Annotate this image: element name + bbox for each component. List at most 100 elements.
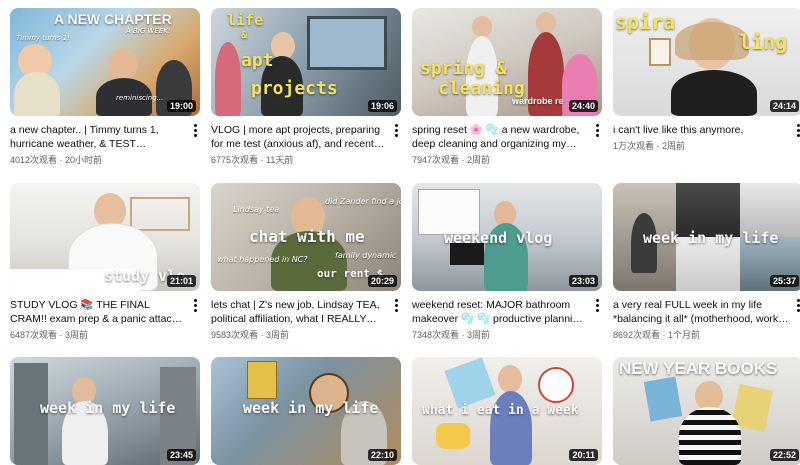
meta-separator: · — [459, 155, 468, 165]
video-title[interactable]: a very real FULL week in my life *balanc… — [613, 298, 789, 326]
video-title[interactable]: lets chat | Z's new job, Lindsay TEA, po… — [211, 298, 387, 326]
video-thumbnail[interactable]: A NEW CHAPTER A BIG WEEK! Timmy turns 1!… — [10, 8, 200, 116]
duration-badge: 24:40 — [568, 100, 598, 112]
video-card-12[interactable]: NEW YEAR BOOKS 22:52 — [613, 357, 800, 465]
thumbnail-overlay-text: spira — [615, 10, 676, 34]
video-thumbnail[interactable]: spira ling 24:14 — [613, 8, 800, 116]
video-meta: spring reset 🌸 🫧 a new wardrobe, deep cl… — [412, 116, 602, 166]
thumbnail-overlay-text: week in my life — [243, 399, 379, 417]
view-count: 1万次观看 — [613, 141, 655, 151]
video-stats: 7947次观看 · 2周前 — [412, 154, 588, 166]
thumbnail-overlay-text: projects — [251, 78, 338, 99]
video-meta: lets chat | Z's new job, Lindsay TEA, po… — [211, 291, 401, 341]
video-title[interactable]: a new chapter.. | Timmy turns 1, hurrica… — [10, 123, 186, 151]
meta-separator: · — [459, 330, 468, 340]
view-count: 7947次观看 — [412, 155, 460, 165]
video-title[interactable]: spring reset 🌸 🫧 a new wardrobe, deep cl… — [412, 123, 588, 151]
video-thumbnail[interactable]: NEW YEAR BOOKS 22:52 — [613, 357, 800, 465]
video-title[interactable]: STUDY VLOG 📚 THE FINAL CRAM!! exam prep … — [10, 298, 186, 326]
view-count: 9583次观看 — [211, 330, 259, 340]
thumbnail-overlay-text: week in my life — [40, 399, 176, 417]
duration-badge: 19:00 — [166, 100, 196, 112]
thumbnail-overlay-text: A NEW CHAPTER — [54, 11, 172, 27]
video-thumbnail[interactable]: week in my life 22:10 — [211, 357, 401, 465]
meta-separator: · — [57, 155, 66, 165]
more-options-icon[interactable] — [793, 121, 800, 139]
more-options-icon[interactable] — [190, 121, 200, 139]
thumbnail-overlay-text: & — [241, 30, 248, 41]
thumbnail-overlay-subtext: wardrobe re — [512, 96, 564, 106]
video-card-11[interactable]: what i eat in a week 20:11 — [412, 357, 602, 465]
video-card-7[interactable]: weekend vlog 23:03 weekend reset: MAJOR … — [412, 183, 602, 341]
duration-badge: 20:29 — [367, 275, 397, 287]
upload-age: 1个月前 — [668, 330, 701, 340]
video-stats: 9583次观看 · 3周前 — [211, 329, 387, 341]
video-thumbnail[interactable]: what i eat in a week 20:11 — [412, 357, 602, 465]
upload-age: 3周前 — [467, 330, 491, 340]
video-thumbnail[interactable]: week in my life 25:37 — [613, 183, 800, 291]
video-card-1[interactable]: A NEW CHAPTER A BIG WEEK! Timmy turns 1!… — [10, 8, 200, 166]
video-card-4[interactable]: spira ling 24:14 i can't live like this … — [613, 8, 800, 152]
video-grid: A NEW CHAPTER A BIG WEEK! Timmy turns 1!… — [0, 0, 800, 465]
meta-separator: · — [258, 155, 267, 165]
video-thumbnail[interactable]: study vlo 21:01 — [10, 183, 200, 291]
thumbnail-overlay-subtext: what happened in NC? — [217, 255, 308, 264]
video-thumbnail[interactable]: spring & cleaning wardrobe re 24:40 — [412, 8, 602, 116]
video-title[interactable]: i can't live like this anymore. — [613, 123, 789, 137]
video-thumbnail[interactable]: chat with me Lindsay tea did Zander find… — [211, 183, 401, 291]
duration-badge: 24:14 — [769, 100, 799, 112]
video-title[interactable]: VLOG | more apt projects, preparing for … — [211, 123, 387, 151]
more-options-icon[interactable] — [592, 121, 602, 139]
video-card-5[interactable]: study vlo 21:01 STUDY VLOG 📚 THE FINAL C… — [10, 183, 200, 341]
duration-badge: 21:01 — [166, 275, 196, 287]
video-thumbnail[interactable]: weekend vlog 23:03 — [412, 183, 602, 291]
upload-age: 3周前 — [65, 330, 89, 340]
video-card-8[interactable]: week in my life 25:37 a very real FULL w… — [613, 183, 800, 341]
thumbnail-overlay-text: life — [227, 11, 264, 29]
thumbnail-overlay-text: apt — [241, 50, 274, 71]
thumbnail-overlay-subtext: A BIG WEEK! — [126, 27, 171, 35]
video-card-10[interactable]: week in my life 22:10 — [211, 357, 401, 465]
video-card-2[interactable]: life & apt projects 19:06 VLOG | more ap… — [211, 8, 401, 166]
duration-badge: 22:52 — [769, 449, 799, 461]
thumbnail-overlay-text: weekend vlog — [444, 229, 553, 247]
more-options-icon[interactable] — [391, 296, 401, 314]
duration-badge: 23:45 — [166, 449, 196, 461]
video-meta: VLOG | more apt projects, preparing for … — [211, 116, 401, 166]
view-count: 6487次观看 — [10, 330, 58, 340]
meta-separator: · — [660, 330, 669, 340]
video-meta: a very real FULL week in my life *balanc… — [613, 291, 800, 341]
video-thumbnail[interactable]: week in my life 23:45 — [10, 357, 200, 465]
duration-badge: 22:10 — [367, 449, 397, 461]
video-stats: 6487次观看 · 3周前 — [10, 329, 186, 341]
video-thumbnail[interactable]: life & apt projects 19:06 — [211, 8, 401, 116]
video-card-3[interactable]: spring & cleaning wardrobe re 24:40 spri… — [412, 8, 602, 166]
video-stats: 4012次观看 · 20小时前 — [10, 154, 186, 166]
duration-badge: 19:06 — [367, 100, 397, 112]
video-meta: i can't live like this anymore. 1万次观看 · … — [613, 116, 800, 152]
upload-age: 3周前 — [266, 330, 290, 340]
meta-separator: · — [654, 141, 663, 151]
duration-badge: 25:37 — [769, 275, 799, 287]
video-meta: a new chapter.. | Timmy turns 1, hurrica… — [10, 116, 200, 166]
more-options-icon[interactable] — [592, 296, 602, 314]
thumbnail-overlay-text: week in my life — [643, 229, 779, 247]
more-options-icon[interactable] — [391, 121, 401, 139]
view-count: 8692次观看 — [613, 330, 661, 340]
duration-badge: 20:11 — [569, 449, 598, 461]
more-options-icon[interactable] — [793, 296, 800, 314]
video-stats: 6775次观看 · 11天前 — [211, 154, 387, 166]
video-title[interactable]: weekend reset: MAJOR bathroom makeover 🫧… — [412, 298, 588, 326]
video-stats: 7348次观看 · 3周前 — [412, 329, 588, 341]
thumbnail-overlay-text: NEW YEAR BOOKS — [619, 359, 778, 378]
view-count: 7348次观看 — [412, 330, 460, 340]
video-card-9[interactable]: week in my life 23:45 — [10, 357, 200, 465]
thumbnail-overlay-text: what i eat in a week — [422, 403, 579, 418]
more-options-icon[interactable] — [190, 296, 200, 314]
upload-age: 20小时前 — [65, 155, 103, 165]
meta-separator: · — [258, 330, 267, 340]
video-meta: weekend reset: MAJOR bathroom makeover 🫧… — [412, 291, 602, 341]
video-stats: 1万次观看 · 2周前 — [613, 140, 789, 152]
video-card-6[interactable]: chat with me Lindsay tea did Zander find… — [211, 183, 401, 341]
view-count: 6775次观看 — [211, 155, 259, 165]
